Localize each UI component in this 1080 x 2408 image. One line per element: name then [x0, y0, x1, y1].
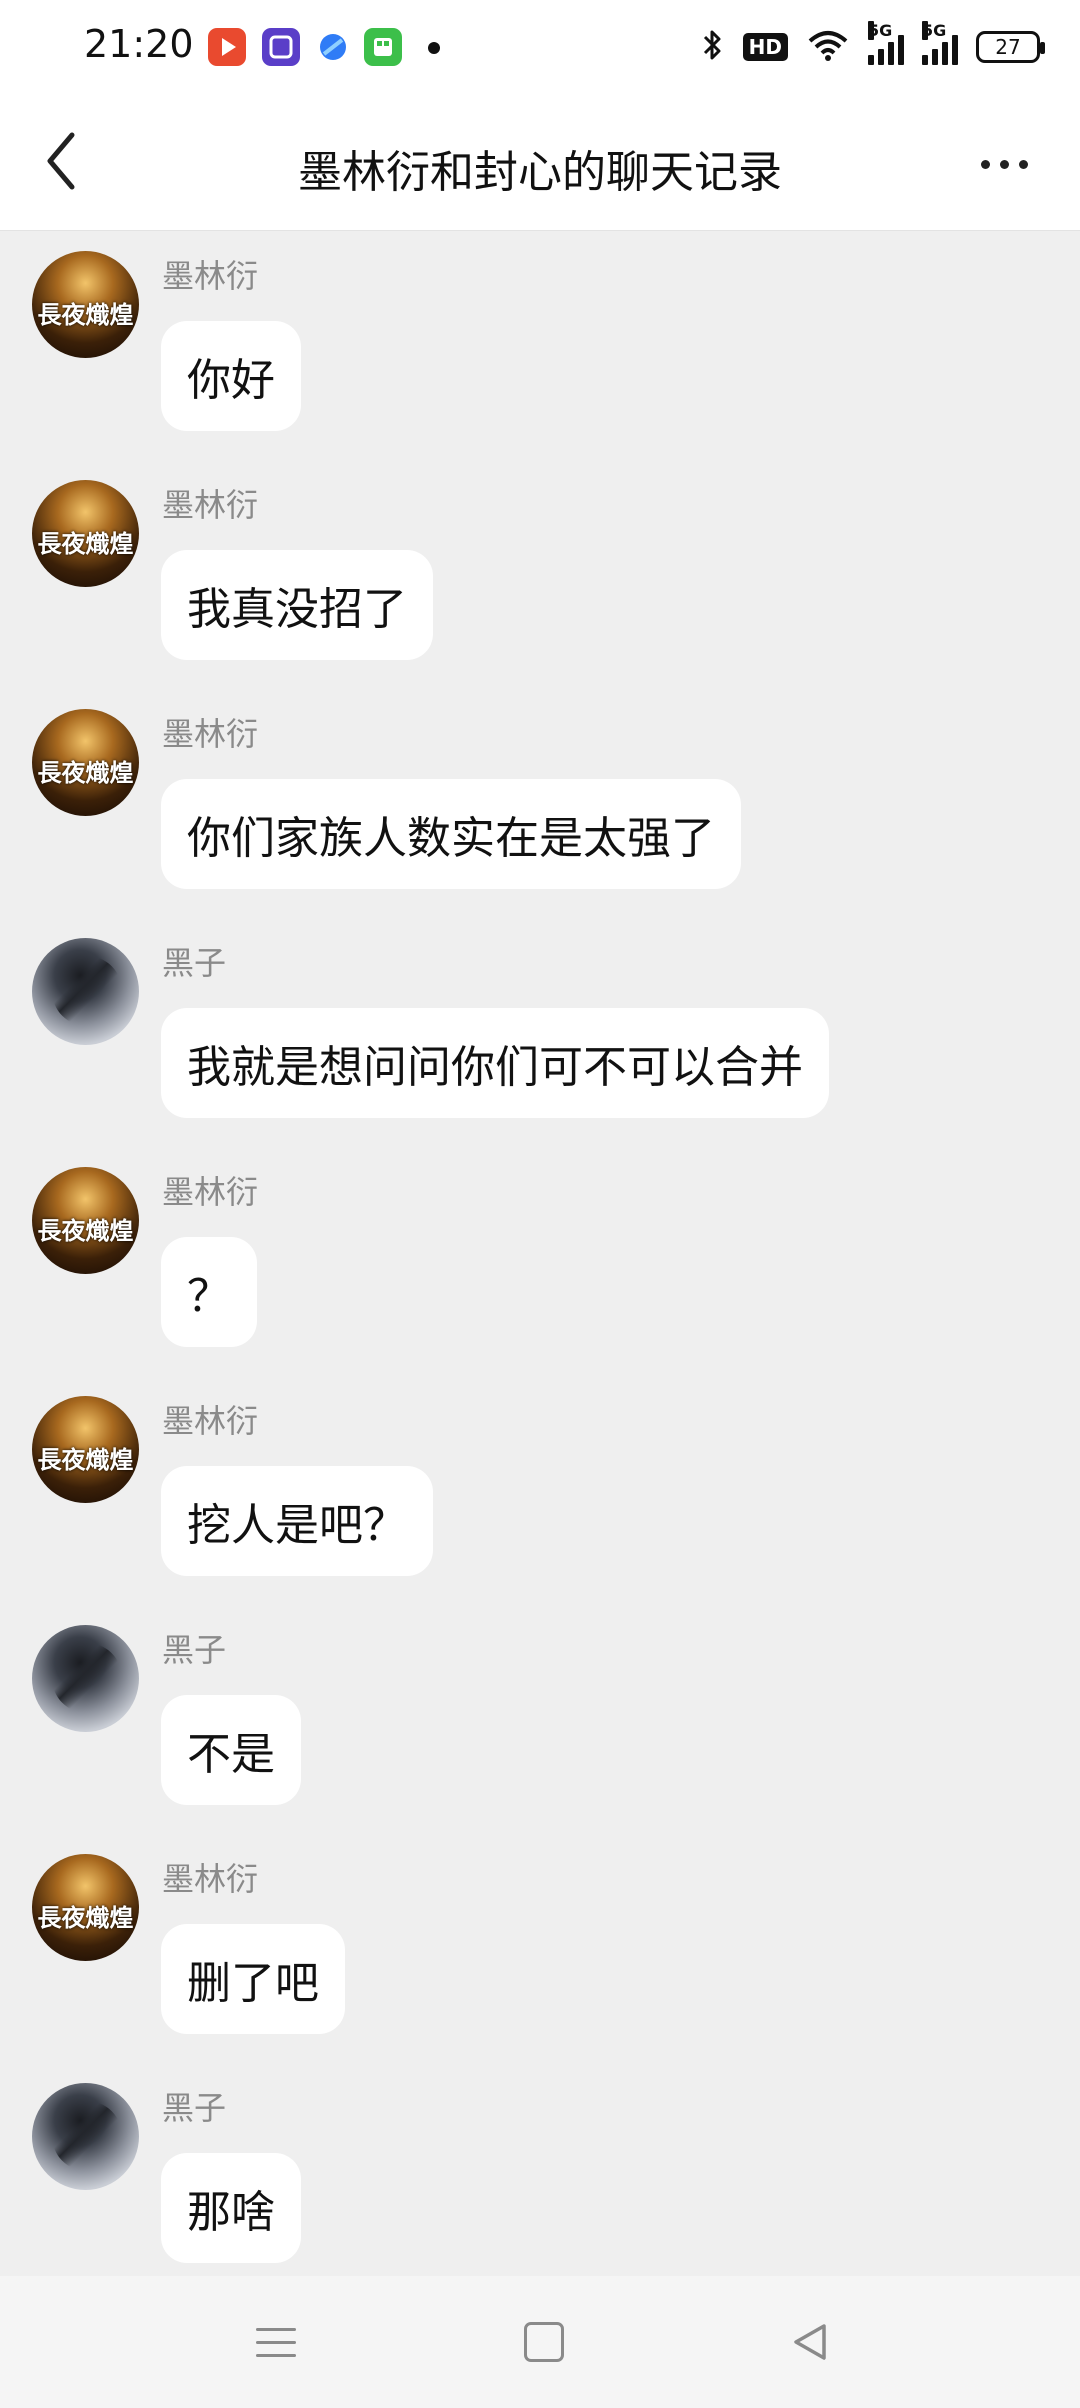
more-dots-icon [980, 159, 990, 169]
back-triangle-icon [794, 2324, 826, 2360]
message-bubble[interactable]: ？ [161, 1237, 257, 1347]
golden-warrior-avatar[interactable]: 長夜熾煌 [32, 480, 139, 587]
sender-name: 墨林衍 [162, 486, 259, 524]
home-button[interactable] [514, 2312, 574, 2372]
status-bar: 21:20 HD 5G 5G 27 [0, 0, 1080, 96]
message-item: 長夜熾煌 墨林衍 你们家族人数实在是太强了 [0, 689, 1080, 918]
dark-figure-avatar[interactable] [32, 1625, 139, 1732]
message-bubble[interactable]: 你好 [161, 321, 301, 431]
message-item: 長夜熾煌 墨林衍 删了吧 [0, 1834, 1080, 2063]
message-item: 黑子 不是 [0, 1605, 1080, 1834]
more-notifications-dot [428, 42, 440, 54]
message-bubble[interactable]: 不是 [161, 1695, 301, 1805]
sender-name: 黑子 [162, 2089, 227, 2127]
golden-warrior-avatar[interactable]: 長夜熾煌 [32, 1396, 139, 1503]
sender-name: 黑子 [162, 1631, 227, 1669]
sender-name: 墨林衍 [162, 1402, 259, 1440]
golden-warrior-avatar[interactable]: 長夜熾煌 [32, 1167, 139, 1274]
message-bubble[interactable]: 那啥 [161, 2153, 301, 2263]
status-icons: HD 5G 5G 27 [701, 21, 1045, 72]
tieba-app-icon [262, 28, 300, 66]
hd-voice-badge: HD [742, 33, 788, 61]
signal-strength-icon: 5G [868, 21, 904, 65]
golden-warrior-avatar[interactable]: 長夜熾煌 [32, 709, 139, 816]
message-item: 黑子 那啥 [0, 2063, 1080, 2292]
message-item: 黑子 我就是想问问你们可不可以合并 [0, 918, 1080, 1147]
message-item: 長夜熾煌 墨林衍 我真没招了 [0, 460, 1080, 689]
chat-record-header: 墨林衍和封心的聊天记录 [0, 96, 1080, 231]
message-list[interactable]: 長夜熾煌 墨林衍 你好 長夜熾煌 墨林衍 我真没招了 長夜熾煌 墨林衍 你们家族… [0, 231, 1080, 2276]
bluetooth-icon [701, 27, 725, 67]
sender-name: 墨林衍 [162, 257, 259, 295]
system-navigation-bar [0, 2276, 1080, 2408]
signal-strength-icon-2: 5G [922, 21, 958, 65]
message-item: 長夜熾煌 墨林衍 你好 [0, 231, 1080, 460]
dark-figure-avatar[interactable] [32, 938, 139, 1045]
message-bubble[interactable]: 删了吧 [161, 1924, 345, 2034]
dark-figure-avatar[interactable] [32, 2083, 139, 2190]
golden-warrior-avatar[interactable]: 長夜熾煌 [32, 1854, 139, 1961]
sender-name: 墨林衍 [162, 1173, 259, 1211]
home-icon [524, 2322, 564, 2362]
menu-icon [256, 2327, 296, 2357]
more-options-button[interactable] [964, 134, 1044, 194]
wifi-icon [806, 27, 850, 67]
message-item: 長夜熾煌 墨林衍 ？ [0, 1147, 1080, 1376]
battery-level: 27 [995, 35, 1021, 59]
page-title: 墨林衍和封心的聊天记录 [298, 147, 782, 198]
browser-app-icon [314, 28, 352, 66]
battery-icon: 27 [976, 31, 1045, 63]
recent-apps-button[interactable] [246, 2312, 306, 2372]
system-back-button[interactable] [780, 2312, 840, 2372]
video-app-icon [208, 28, 246, 66]
golden-warrior-avatar[interactable]: 長夜熾煌 [32, 251, 139, 358]
message-bubble[interactable]: 我就是想问问你们可不可以合并 [161, 1008, 829, 1118]
clock: 21:20 [84, 22, 194, 66]
sender-name: 墨林衍 [162, 715, 259, 753]
sender-name: 墨林衍 [162, 1860, 259, 1898]
message-item: 長夜熾煌 墨林衍 挖人是吧？ [0, 1376, 1080, 1605]
calculator-app-icon [364, 28, 402, 66]
message-bubble[interactable]: 你们家族人数实在是太强了 [161, 779, 741, 889]
sender-name: 黑子 [162, 944, 227, 982]
message-bubble[interactable]: 挖人是吧？ [161, 1466, 433, 1576]
message-bubble[interactable]: 我真没招了 [161, 550, 433, 660]
